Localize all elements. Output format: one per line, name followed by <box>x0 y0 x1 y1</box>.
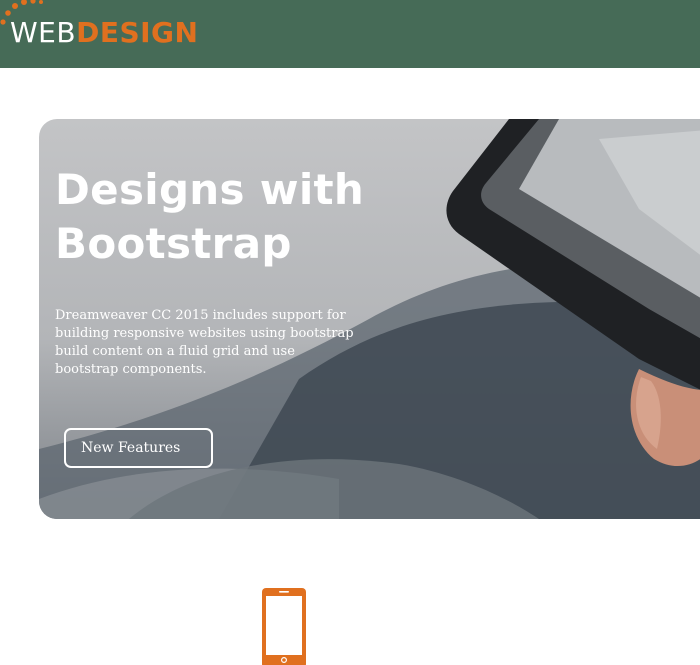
hero-title-line2: Bootstrap <box>55 219 292 268</box>
hero-title: Designs with Bootstrap <box>55 163 395 271</box>
hero-banner: Designs with Bootstrap Dreamweaver CC 20… <box>39 119 700 519</box>
site-header: WEBDESIGN <box>0 0 700 68</box>
logo-web-text: WEB <box>10 16 77 49</box>
site-logo[interactable]: WEBDESIGN <box>0 0 230 68</box>
logo-wordmark: WEBDESIGN <box>10 16 198 50</box>
hero-title-line1: Designs with <box>55 165 365 214</box>
hero-description: Dreamweaver CC 2015 includes support for… <box>55 308 354 377</box>
logo-design-text: DESIGN <box>76 16 199 49</box>
mobile-phone-icon <box>262 588 306 665</box>
new-features-button[interactable]: New Features <box>64 428 213 468</box>
